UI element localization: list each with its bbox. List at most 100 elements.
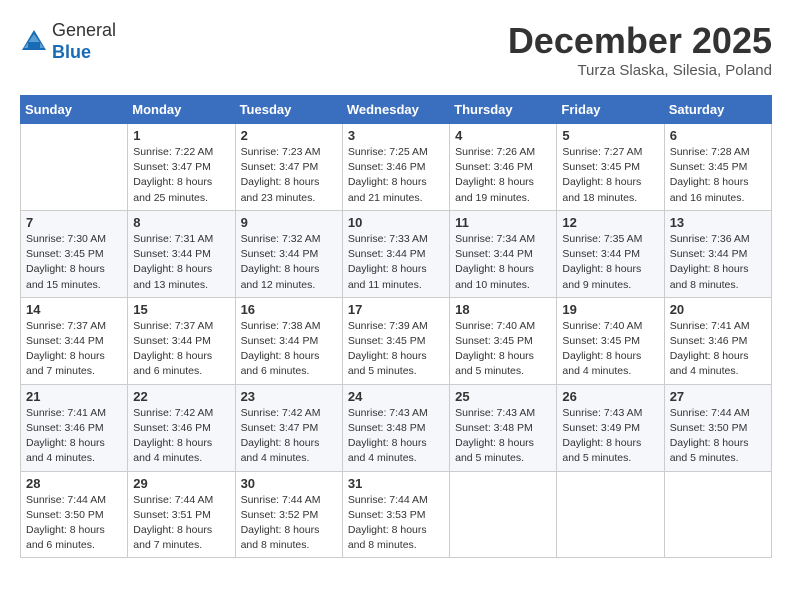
calendar-cell: 14 Sunrise: 7:37 AM Sunset: 3:44 PM Dayli…	[21, 297, 128, 384]
calendar-header-sunday: Sunday	[21, 96, 128, 124]
day-info: Sunrise: 7:26 AM Sunset: 3:46 PM Dayligh…	[455, 145, 551, 206]
title-block: December 2025 Turza Slaska, Silesia, Pol…	[508, 20, 772, 79]
day-number: 21	[26, 389, 122, 404]
calendar-cell: 21 Sunrise: 7:41 AM Sunset: 3:46 PM Dayli…	[21, 384, 128, 471]
logo-text: General Blue	[52, 20, 116, 63]
day-number: 4	[455, 128, 551, 143]
logo-blue: Blue	[52, 42, 91, 62]
day-info: Sunrise: 7:42 AM Sunset: 3:46 PM Dayligh…	[133, 406, 229, 467]
calendar-cell: 18 Sunrise: 7:40 AM Sunset: 3:45 PM Dayli…	[450, 297, 557, 384]
day-number: 31	[348, 476, 444, 491]
day-info: Sunrise: 7:30 AM Sunset: 3:45 PM Dayligh…	[26, 232, 122, 293]
calendar-cell: 26Sunrise: 7:43 AM Sunset: 3:49 PM Dayli…	[557, 384, 664, 471]
day-number: 8	[133, 215, 229, 230]
day-number: 5	[562, 128, 658, 143]
day-number: 29	[133, 476, 229, 491]
calendar-cell: 5 Sunrise: 7:27 AM Sunset: 3:45 PM Daylig…	[557, 124, 664, 211]
day-info: Sunrise: 7:44 AM Sunset: 3:51 PM Dayligh…	[133, 493, 229, 554]
calendar-week-row: 7 Sunrise: 7:30 AM Sunset: 3:45 PM Daylig…	[21, 210, 772, 297]
day-number: 20	[670, 302, 766, 317]
day-info: Sunrise: 7:36 AM Sunset: 3:44 PM Dayligh…	[670, 232, 766, 293]
calendar-cell: 9 Sunrise: 7:32 AM Sunset: 3:44 PM Daylig…	[235, 210, 342, 297]
day-number: 15	[133, 302, 229, 317]
calendar-cell: 3 Sunrise: 7:25 AM Sunset: 3:46 PM Daylig…	[342, 124, 449, 211]
day-info: Sunrise: 7:43 AM Sunset: 3:48 PM Dayligh…	[348, 406, 444, 467]
day-number: 27	[670, 389, 766, 404]
day-info: Sunrise: 7:40 AM Sunset: 3:45 PM Dayligh…	[562, 319, 658, 380]
day-number: 17	[348, 302, 444, 317]
calendar-week-row: 28Sunrise: 7:44 AM Sunset: 3:50 PM Dayli…	[21, 471, 772, 558]
day-number: 19	[562, 302, 658, 317]
calendar-cell: 24 Sunrise: 7:43 AM Sunset: 3:48 PM Dayli…	[342, 384, 449, 471]
calendar-cell: 13Sunrise: 7:36 AM Sunset: 3:44 PM Dayli…	[664, 210, 771, 297]
month-title: December 2025	[508, 20, 772, 62]
day-number: 14	[26, 302, 122, 317]
day-number: 11	[455, 215, 551, 230]
calendar-cell: 17 Sunrise: 7:39 AM Sunset: 3:45 PM Dayli…	[342, 297, 449, 384]
calendar-header-row: SundayMondayTuesdayWednesdayThursdayFrid…	[21, 96, 772, 124]
calendar-header-friday: Friday	[557, 96, 664, 124]
day-number: 25	[455, 389, 551, 404]
calendar-header-wednesday: Wednesday	[342, 96, 449, 124]
calendar-cell: 25 Sunrise: 7:43 AM Sunset: 3:48 PM Dayli…	[450, 384, 557, 471]
calendar-header-tuesday: Tuesday	[235, 96, 342, 124]
day-info: Sunrise: 7:44 AM Sunset: 3:50 PM Dayligh…	[670, 406, 766, 467]
calendar-cell: 4 Sunrise: 7:26 AM Sunset: 3:46 PM Daylig…	[450, 124, 557, 211]
calendar-cell	[21, 124, 128, 211]
day-info: Sunrise: 7:44 AM Sunset: 3:52 PM Dayligh…	[241, 493, 337, 554]
calendar-week-row: 1Sunrise: 7:22 AM Sunset: 3:47 PM Daylig…	[21, 124, 772, 211]
calendar-cell: 30 Sunrise: 7:44 AM Sunset: 3:52 PM Dayli…	[235, 471, 342, 558]
calendar-cell: 6Sunrise: 7:28 AM Sunset: 3:45 PM Daylig…	[664, 124, 771, 211]
day-info: Sunrise: 7:41 AM Sunset: 3:46 PM Dayligh…	[26, 406, 122, 467]
day-number: 18	[455, 302, 551, 317]
calendar-cell: 12Sunrise: 7:35 AM Sunset: 3:44 PM Dayli…	[557, 210, 664, 297]
calendar-header-saturday: Saturday	[664, 96, 771, 124]
calendar-cell: 31 Sunrise: 7:44 AM Sunset: 3:53 PM Dayli…	[342, 471, 449, 558]
day-info: Sunrise: 7:38 AM Sunset: 3:44 PM Dayligh…	[241, 319, 337, 380]
calendar-cell: 1Sunrise: 7:22 AM Sunset: 3:47 PM Daylig…	[128, 124, 235, 211]
day-info: Sunrise: 7:40 AM Sunset: 3:45 PM Dayligh…	[455, 319, 551, 380]
calendar-cell: 22Sunrise: 7:42 AM Sunset: 3:46 PM Dayli…	[128, 384, 235, 471]
day-info: Sunrise: 7:44 AM Sunset: 3:50 PM Dayligh…	[26, 493, 122, 554]
day-number: 3	[348, 128, 444, 143]
calendar-cell: 29 Sunrise: 7:44 AM Sunset: 3:51 PM Dayli…	[128, 471, 235, 558]
day-number: 10	[348, 215, 444, 230]
day-info: Sunrise: 7:31 AM Sunset: 3:44 PM Dayligh…	[133, 232, 229, 293]
day-info: Sunrise: 7:34 AM Sunset: 3:44 PM Dayligh…	[455, 232, 551, 293]
day-info: Sunrise: 7:44 AM Sunset: 3:53 PM Dayligh…	[348, 493, 444, 554]
day-info: Sunrise: 7:33 AM Sunset: 3:44 PM Dayligh…	[348, 232, 444, 293]
day-number: 23	[241, 389, 337, 404]
calendar-cell: 23 Sunrise: 7:42 AM Sunset: 3:47 PM Dayli…	[235, 384, 342, 471]
calendar-cell: 15 Sunrise: 7:37 AM Sunset: 3:44 PM Dayli…	[128, 297, 235, 384]
calendar-week-row: 14 Sunrise: 7:37 AM Sunset: 3:44 PM Dayli…	[21, 297, 772, 384]
page-header: General Blue December 2025 Turza Slaska,…	[20, 20, 772, 79]
calendar-cell: 20 Sunrise: 7:41 AM Sunset: 3:46 PM Dayli…	[664, 297, 771, 384]
day-info: Sunrise: 7:32 AM Sunset: 3:44 PM Dayligh…	[241, 232, 337, 293]
day-info: Sunrise: 7:43 AM Sunset: 3:48 PM Dayligh…	[455, 406, 551, 467]
day-number: 24	[348, 389, 444, 404]
day-info: Sunrise: 7:25 AM Sunset: 3:46 PM Dayligh…	[348, 145, 444, 206]
day-info: Sunrise: 7:37 AM Sunset: 3:44 PM Dayligh…	[26, 319, 122, 380]
logo: General Blue	[20, 20, 116, 63]
day-number: 2	[241, 128, 337, 143]
day-info: Sunrise: 7:39 AM Sunset: 3:45 PM Dayligh…	[348, 319, 444, 380]
calendar-cell	[450, 471, 557, 558]
day-info: Sunrise: 7:23 AM Sunset: 3:47 PM Dayligh…	[241, 145, 337, 206]
day-info: Sunrise: 7:37 AM Sunset: 3:44 PM Dayligh…	[133, 319, 229, 380]
day-number: 6	[670, 128, 766, 143]
calendar-header-monday: Monday	[128, 96, 235, 124]
calendar-cell	[664, 471, 771, 558]
day-number: 30	[241, 476, 337, 491]
day-info: Sunrise: 7:43 AM Sunset: 3:49 PM Dayligh…	[562, 406, 658, 467]
calendar-cell: 27 Sunrise: 7:44 AM Sunset: 3:50 PM Dayli…	[664, 384, 771, 471]
day-info: Sunrise: 7:41 AM Sunset: 3:46 PM Dayligh…	[670, 319, 766, 380]
logo-icon	[20, 28, 48, 56]
calendar-cell	[557, 471, 664, 558]
calendar-header-thursday: Thursday	[450, 96, 557, 124]
day-info: Sunrise: 7:27 AM Sunset: 3:45 PM Dayligh…	[562, 145, 658, 206]
day-info: Sunrise: 7:42 AM Sunset: 3:47 PM Dayligh…	[241, 406, 337, 467]
day-number: 9	[241, 215, 337, 230]
calendar-table: SundayMondayTuesdayWednesdayThursdayFrid…	[20, 95, 772, 558]
day-number: 16	[241, 302, 337, 317]
day-number: 7	[26, 215, 122, 230]
